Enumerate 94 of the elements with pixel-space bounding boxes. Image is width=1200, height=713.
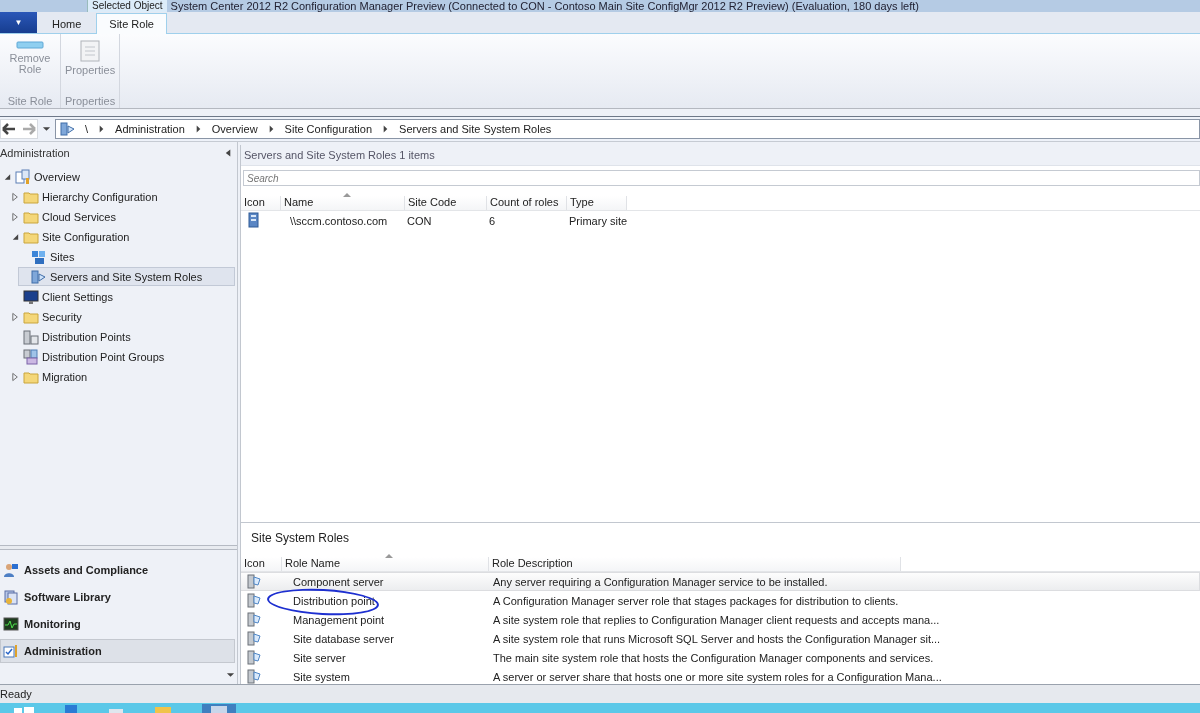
tree-item[interactable]: Overview	[2, 167, 235, 186]
workspace-button[interactable]: Administration	[0, 639, 235, 663]
expand-arrow-icon	[11, 311, 20, 322]
table-row[interactable]: Component server Any server requiring a Configuration Manager service to be installed.	[241, 572, 1200, 591]
table-cell-text: Management point	[292, 613, 386, 626]
tree-item[interactable]: Hierarchy Configuration	[10, 187, 235, 206]
table-cell-text: The main site system role that hosts the Configuration Manager components and services.	[492, 651, 935, 664]
column-header[interactable]: Role Name	[282, 557, 489, 571]
server-icon	[246, 211, 262, 228]
table-row[interactable]: \\sccm.contoso.com CON 6 Primary site	[241, 211, 1200, 230]
more-workspaces-icon	[226, 670, 235, 680]
server-role-icon	[246, 629, 262, 646]
users-icon	[3, 562, 19, 578]
tree-item[interactable]: Sites	[18, 247, 235, 266]
table-cell-text: Component server	[292, 575, 385, 588]
table-cell-text: CON	[406, 214, 433, 227]
column-header[interactable]: Type	[567, 196, 627, 210]
table-cell-text: Site database server	[292, 632, 395, 645]
sites-icon	[31, 248, 47, 265]
tree-item[interactable]: Cloud Services	[10, 207, 235, 226]
table-cell-text: 6	[488, 214, 497, 227]
table-row[interactable]: Site server The main site system role that hosts the Configuration Manager components and services.	[241, 648, 1200, 667]
admin-icon	[3, 643, 19, 659]
table-row[interactable]: Site database server A site system role that runs Microsoft SQL Server and hosts the Configuration Manager sit...	[241, 629, 1200, 648]
server-role-icon	[246, 591, 262, 608]
column-header[interactable]: Icon	[241, 557, 282, 571]
tree-item[interactable]: Client Settings	[10, 287, 235, 306]
tree-item[interactable]: Distribution Points	[10, 327, 235, 346]
window-title: System Center 2012 R2 Configuration Manager Preview (Connected to CON - Contoso Main Site ConfigMgr 2012 R2 Preview) (Evaluation, 180 days left)	[169, 0, 919, 12]
server-role-icon	[31, 268, 47, 285]
status-text: Ready	[0, 688, 32, 700]
column-header[interactable]: Icon	[241, 196, 281, 210]
server-role-icon	[246, 572, 262, 589]
table-cell-text: Any server requiring a Configuration Manager service to be installed.	[492, 575, 829, 588]
column-header[interactable]: Role Description	[489, 557, 901, 571]
monitor-icon	[23, 288, 39, 305]
panel-title: Site System Roles	[251, 531, 350, 545]
app-menu-button[interactable]: ▼	[0, 12, 37, 33]
tree-item[interactable]: Migration	[10, 367, 235, 386]
table-cell-text: A site system role that runs Microsoft SQL Server and hosts the Configuration Manager sit...	[492, 632, 942, 645]
ribbon-tab[interactable]: Home	[39, 13, 95, 33]
properties-icon	[80, 40, 101, 62]
pane-title: Administration	[0, 147, 70, 159]
sort-arrow-icon	[385, 554, 393, 558]
table-cell: Distribution point	[284, 594, 487, 607]
server-role-icon	[246, 648, 262, 665]
server-role-icon	[60, 121, 76, 137]
server-icon	[23, 328, 39, 345]
table-cell-text: A server or server share that hosts one or more site system roles for a Configuration Mana...	[492, 670, 943, 683]
overview-icon	[15, 168, 31, 185]
history-dropdown-icon	[42, 124, 51, 134]
expand-arrow-icon	[11, 211, 20, 222]
expand-arrow-icon	[11, 191, 20, 202]
collapse-pane-icon	[224, 148, 233, 158]
table-row[interactable]: Site system A server or server share that hosts one or more site system roles for a Configuration Mana...	[241, 667, 1200, 686]
table-cell-text: Site server	[292, 651, 347, 664]
tree-item[interactable]: Site Configuration	[10, 227, 235, 246]
ribbon-group-label: Site Role	[7, 95, 53, 108]
expand-arrow-icon	[11, 371, 20, 382]
breadcrumb-item[interactable]: Servers and Site System Roles	[399, 123, 552, 135]
column-header[interactable]: Site Code	[405, 196, 487, 210]
column-header[interactable]: Count of roles	[487, 196, 567, 210]
server-group-icon	[23, 348, 39, 365]
tree-item[interactable]: Servers and Site System Roles	[18, 267, 235, 286]
server-manager-icon[interactable]	[64, 703, 78, 713]
item-count: 1 items	[399, 149, 435, 161]
library-icon	[3, 589, 19, 605]
start-icon[interactable]	[14, 705, 34, 713]
sort-arrow-icon	[342, 193, 351, 197]
search-field[interactable]: Search	[243, 170, 1200, 186]
column-header[interactable]: Name	[281, 196, 405, 210]
table-cell-text: Site system	[292, 670, 351, 683]
tree-item[interactable]: Security	[10, 307, 235, 326]
tree-item[interactable]: Distribution Point Groups	[10, 347, 235, 366]
breadcrumb-item[interactable]: Site Configuration	[284, 123, 373, 135]
breadcrumb-item[interactable]: Overview	[211, 123, 258, 135]
console-icon[interactable]	[202, 703, 236, 713]
server-role-icon	[246, 610, 262, 627]
workspace-button[interactable]: Monitoring	[0, 612, 235, 636]
workspace-button[interactable]: Software Library	[0, 585, 235, 609]
table-row[interactable]: Management point A site system role that replies to Configuration Manager client requests and accepts mana...	[241, 610, 1200, 629]
ribbon-group-label: Properties	[65, 95, 116, 108]
ribbon-tab[interactable]: Site Role	[96, 13, 167, 34]
breadcrumb-item[interactable]: Administration	[115, 123, 185, 135]
table-cell-text: A site system role that replies to Configuration Manager client requests and accepts mana...	[492, 613, 941, 626]
table-cell-text: A Configuration Manager server role that stages packages for distribution to clients.	[492, 594, 900, 607]
remove-icon	[16, 40, 44, 50]
table-cell-text: Primary site	[568, 214, 626, 227]
context-tab-group-label: Selected Object	[87, 0, 167, 12]
table-cell-text: \\sccm.contoso.com	[289, 214, 389, 227]
workspace-button[interactable]: Assets and Compliance	[0, 558, 235, 582]
list-title: Servers and Site System Roles	[244, 149, 397, 161]
breadcrumb-item[interactable]: \	[85, 123, 89, 135]
monitoring-icon	[3, 616, 19, 632]
